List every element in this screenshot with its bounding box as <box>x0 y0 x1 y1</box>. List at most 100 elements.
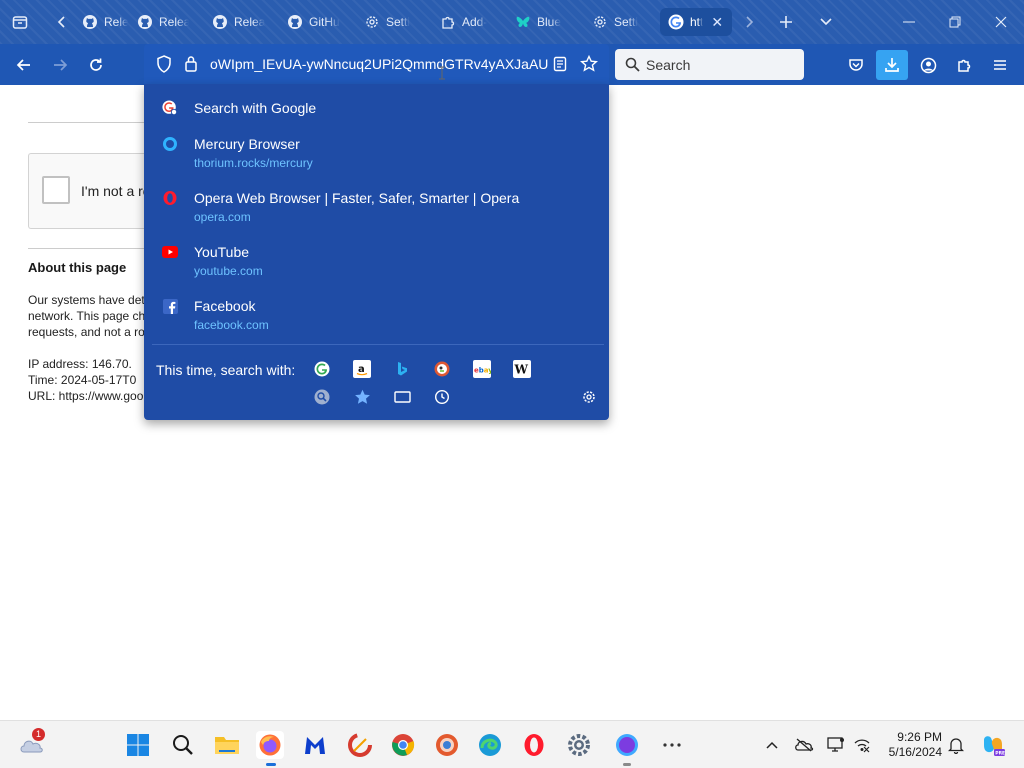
back-button[interactable] <box>9 50 39 80</box>
close-window-icon[interactable] <box>987 8 1015 36</box>
suggestion-url: opera.com <box>194 210 251 224</box>
suggestion-url: thorium.rocks/mercury <box>194 156 313 170</box>
gear-icon <box>592 14 608 30</box>
about-line: network. This page checks to see if it's… <box>28 309 144 323</box>
tab-item[interactable]: Relea <box>212 8 266 36</box>
github-icon <box>287 14 303 30</box>
chrome-icon[interactable] <box>389 731 417 759</box>
history-mode-icon[interactable] <box>433 388 451 406</box>
timestamp: Time: 2024-05-17T0 <box>28 373 137 387</box>
notifications-bell-icon[interactable] <box>946 735 966 755</box>
reader-view-icon[interactable] <box>553 56 567 72</box>
request-url: URL: https://www.goo <box>28 389 144 403</box>
restore-icon[interactable] <box>941 8 969 36</box>
recaptcha-widget: I'm not a robot <box>28 153 170 229</box>
new-tab-icon[interactable] <box>772 8 800 36</box>
facebook-icon <box>162 298 178 314</box>
youtube-icon <box>162 244 178 260</box>
duckduckgo-engine-button[interactable] <box>433 360 451 378</box>
network-icon[interactable] <box>852 735 872 755</box>
account-icon[interactable] <box>913 50 943 80</box>
copilot-icon[interactable]: PRE <box>980 732 1006 758</box>
clock-date: 5/16/2024 <box>888 745 942 759</box>
gear-icon <box>364 14 380 30</box>
suggestion-row[interactable]: Mercury Browser thorium.rocks/mercury <box>144 132 609 184</box>
tab-item[interactable]: Relea <box>137 8 189 36</box>
reload-button[interactable] <box>81 50 111 80</box>
suggestion-row[interactable]: Facebook facebook.com <box>144 294 609 346</box>
onedrive-offline-icon[interactable] <box>794 735 814 755</box>
svg-text:a: a <box>358 364 365 375</box>
bing-engine-button[interactable] <box>393 360 411 378</box>
text-cursor-icon <box>438 66 446 83</box>
extensions-icon[interactable] <box>949 50 979 80</box>
firefox-icon[interactable] <box>256 731 284 759</box>
tab-item[interactable]: Blue <box>515 8 567 36</box>
recaptcha-checkbox[interactable] <box>42 176 70 204</box>
suggestion-row[interactable]: YouTube youtube.com <box>144 240 609 292</box>
show-hidden-icons-chevron-icon[interactable] <box>762 735 782 755</box>
ebay-engine-button[interactable]: ebay <box>473 360 491 378</box>
divider <box>28 248 146 249</box>
tab-strip: Relea Relea Relea GitHu Setti Add- Blue <box>0 0 1024 44</box>
menu-icon[interactable] <box>985 50 1015 80</box>
tracking-protection-shield-icon[interactable] <box>156 55 172 73</box>
about-title: About this page <box>28 260 127 275</box>
about-line: requests, and not a robot. <box>28 325 144 339</box>
opera-taskbar-icon[interactable] <box>520 731 548 759</box>
bookmarks-mode-icon[interactable] <box>353 388 371 406</box>
tab-item[interactable]: Add- <box>440 8 492 36</box>
google-engine-button[interactable] <box>313 360 331 378</box>
suggestion-search-google[interactable]: Search with Google <box>144 84 609 132</box>
search-placeholder: Search <box>646 56 691 73</box>
ip-address: IP address: 146.70. <box>28 357 132 371</box>
file-explorer-icon[interactable] <box>213 731 241 759</box>
settings-icon[interactable] <box>565 731 593 759</box>
more-apps-icon[interactable] <box>658 731 686 759</box>
lock-icon[interactable] <box>184 55 198 72</box>
one-time-search-label: This time, search with: <box>156 362 296 378</box>
url-input[interactable]: oWIpm_IEvUA-ywNncuq2UPi2QmmdGTRv4yAXJaAU… <box>210 56 548 72</box>
display-icon[interactable] <box>826 735 846 755</box>
search-history-mode-icon[interactable] <box>313 388 331 406</box>
edge-icon[interactable] <box>476 731 504 759</box>
forward-button[interactable] <box>45 50 75 80</box>
tab-active[interactable]: htt ✕ <box>660 8 732 36</box>
suggestion-title: Mercury Browser <box>194 136 300 152</box>
close-tab-icon[interactable]: ✕ <box>711 14 723 31</box>
search-settings-gear-icon[interactable] <box>580 388 598 406</box>
taskbar-search-icon[interactable] <box>169 731 197 759</box>
scroll-tabs-right-icon[interactable] <box>735 8 763 36</box>
list-all-tabs-icon[interactable] <box>812 8 840 36</box>
suggestion-title: Opera Web Browser | Faster, Safer, Smart… <box>194 190 520 206</box>
divider <box>28 122 146 123</box>
start-button[interactable] <box>124 731 152 759</box>
tab-item[interactable]: Setti <box>592 8 646 36</box>
divider <box>152 344 604 345</box>
weather-icon[interactable]: 1 <box>18 728 46 759</box>
tabs-mode-icon[interactable] <box>393 388 411 406</box>
thorium-icon[interactable] <box>433 731 461 759</box>
scroll-tabs-left-icon[interactable] <box>48 8 76 36</box>
wikipedia-engine-button[interactable]: W <box>513 360 531 378</box>
puzzle-icon <box>440 14 456 30</box>
ccleaner-icon[interactable] <box>346 731 374 759</box>
system-clock[interactable]: 9:26 PM 5/16/2024 <box>880 730 942 760</box>
tab-groups-icon[interactable] <box>6 8 34 36</box>
pocket-icon[interactable] <box>841 50 871 80</box>
google-search-icon <box>162 100 178 116</box>
amazon-engine-button[interactable]: a <box>353 360 371 378</box>
search-input[interactable]: Search <box>615 49 804 80</box>
downloads-button[interactable] <box>876 50 908 80</box>
bookmark-star-icon[interactable] <box>580 55 598 72</box>
mercury-taskbar-icon[interactable] <box>613 731 641 759</box>
malwarebytes-icon[interactable] <box>301 731 329 759</box>
svg-text:W: W <box>514 363 529 375</box>
tab-item[interactable]: Relea <box>82 8 128 36</box>
url-bar[interactable]: oWIpm_IEvUA-ywNncuq2UPi2QmmdGTRv4yAXJaAU… <box>144 44 609 84</box>
tab-item[interactable]: GitHu <box>287 8 341 36</box>
tab-item[interactable]: Setti <box>364 8 418 36</box>
download-icon <box>884 57 900 73</box>
suggestion-row[interactable]: Opera Web Browser | Faster, Safer, Smart… <box>144 186 609 238</box>
minimize-icon[interactable] <box>895 8 923 36</box>
